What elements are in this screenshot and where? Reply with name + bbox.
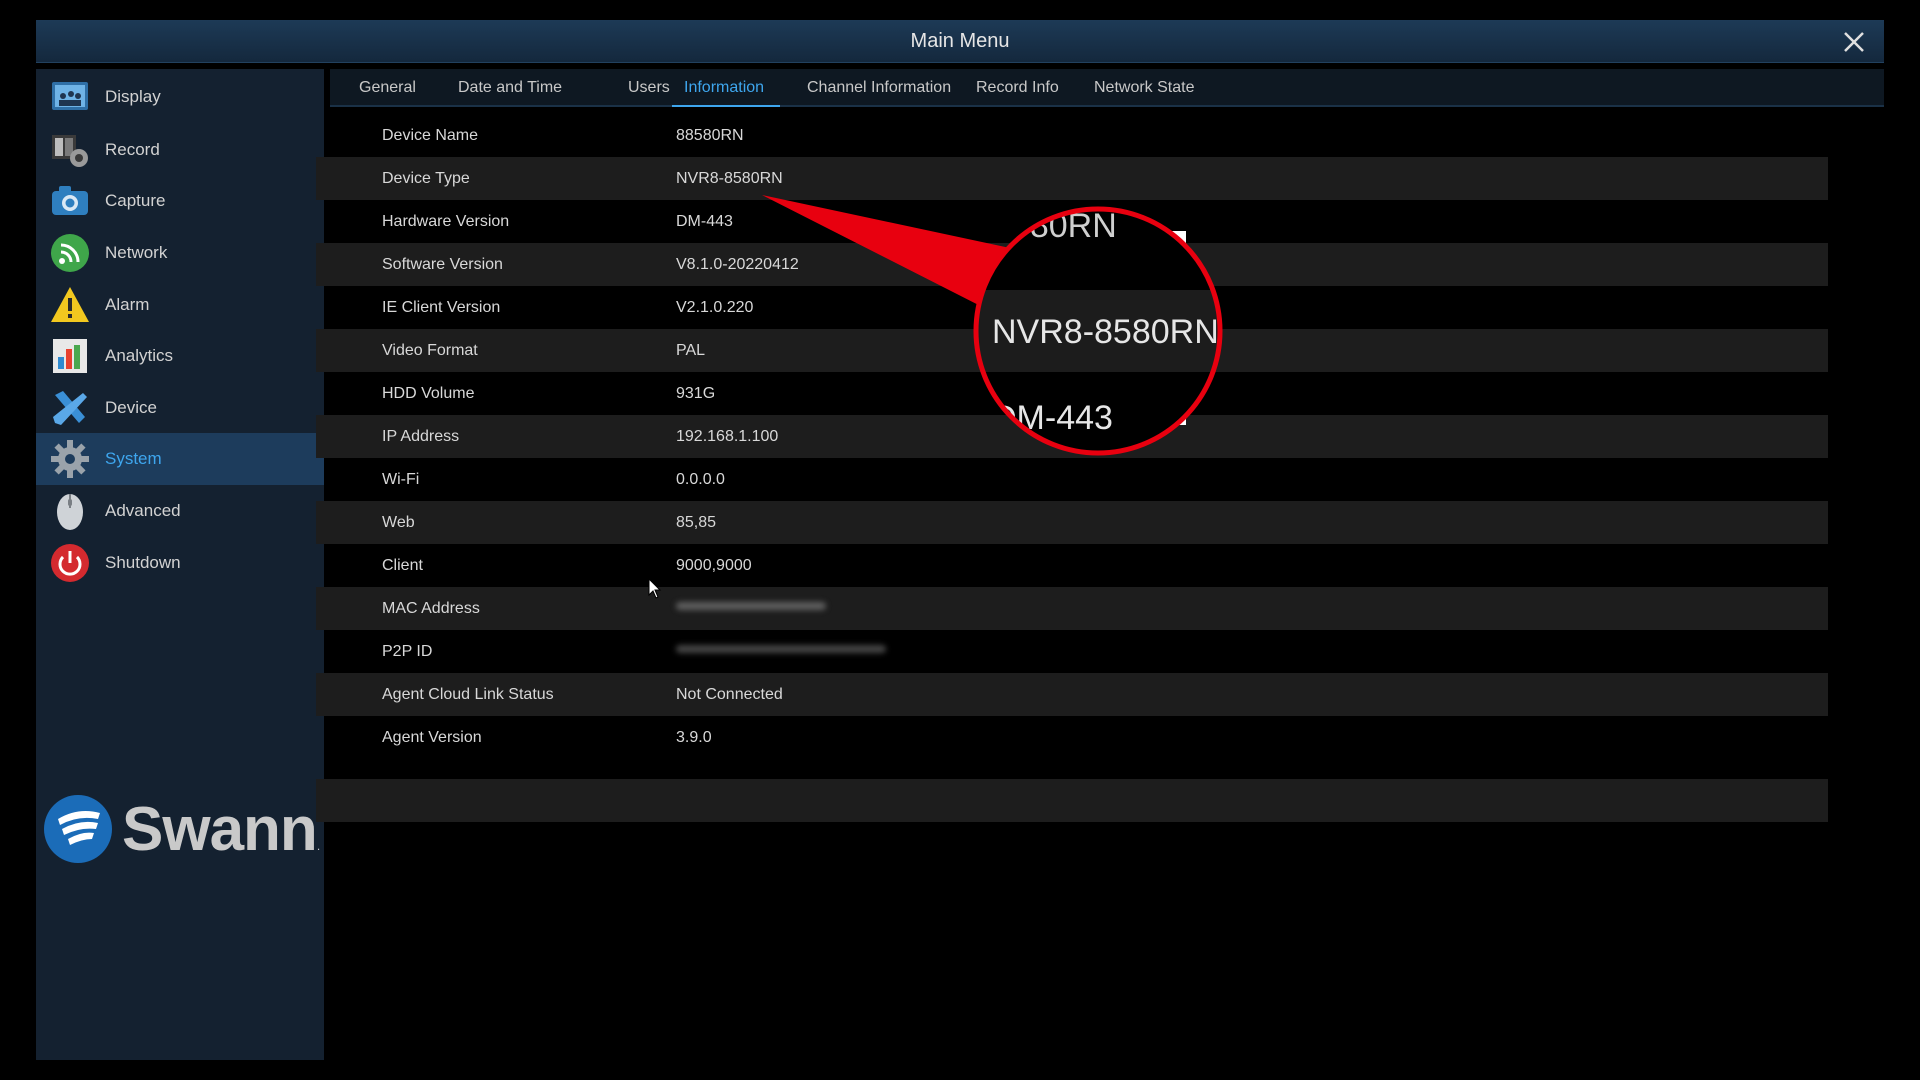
info-row-wifi: Wi-Fi 0.0.0.0 (316, 458, 1828, 501)
camera-icon (49, 180, 91, 222)
sidebar-item-advanced[interactable]: Advanced (36, 485, 324, 537)
magnifier-callout: 8580RN NVR8-8580RN DM-443 (762, 195, 1223, 456)
info-key: Agent Version (382, 728, 482, 746)
swann-logo-icon (44, 795, 112, 863)
info-key: MAC Address (382, 599, 480, 617)
sidebar-item-network[interactable]: Network (36, 227, 324, 279)
info-key: Web (382, 513, 415, 531)
info-value: PAL (676, 341, 706, 359)
sidebar-item-label: Capture (105, 191, 166, 210)
power-icon (49, 542, 91, 584)
close-icon (1844, 32, 1864, 52)
info-value: 0.0.0.0 (676, 470, 725, 488)
logo-text: Swann (122, 794, 318, 864)
info-value: 192.168.1.100 (676, 427, 779, 445)
info-value: 9000,9000 (676, 556, 752, 574)
mouse-icon (49, 490, 91, 532)
info-value: 85,85 (676, 513, 717, 531)
info-row-empty (316, 779, 1828, 822)
info-value: Not Connected (676, 685, 783, 703)
sidebar-item-system[interactable]: System (36, 433, 324, 485)
info-key: Hardware Version (382, 212, 510, 230)
sidebar-item-capture[interactable]: Capture (36, 175, 324, 227)
sidebar-item-label: Network (105, 243, 168, 262)
close-button[interactable] (1838, 26, 1870, 58)
magnifier-top-text: 8580RN (992, 207, 1117, 245)
info-key: Wi-Fi (382, 470, 420, 488)
info-row-client: Client 9000,9000 (316, 544, 1828, 587)
sidebar-item-label: Analytics (105, 346, 174, 365)
info-key: Device Type (382, 169, 470, 187)
tab-record-info[interactable]: Record Info (964, 69, 1071, 107)
sidebar-item-label: Advanced (105, 501, 181, 520)
info-value-redacted (676, 642, 886, 661)
info-row-agent-version: Agent Version 3.9.0 (316, 716, 1828, 759)
sidebar-item-label: Record (105, 140, 160, 159)
tab-network-state[interactable]: Network State (1082, 69, 1206, 107)
mouse-cursor (648, 578, 662, 599)
sidebar-item-label: Device (105, 398, 157, 417)
info-row-p2p-id: P2P ID (316, 630, 1828, 673)
sidebar-item-label: Display (105, 87, 161, 106)
sidebar-item-analytics[interactable]: Analytics (36, 330, 324, 382)
tab-general[interactable]: General (347, 69, 428, 107)
sidebar-item-device[interactable]: Device (36, 382, 324, 434)
sidebar-item-label: Alarm (105, 295, 150, 314)
display-icon (49, 76, 91, 118)
network-icon (49, 232, 91, 274)
info-key: P2P ID (382, 642, 433, 660)
alarm-icon (49, 284, 91, 326)
device-icon (49, 387, 91, 429)
info-key: Client (382, 556, 423, 574)
info-value: DM-443 (676, 212, 733, 230)
info-key: Device Name (382, 126, 479, 144)
info-key: Video Format (382, 341, 478, 359)
info-key: Software Version (382, 255, 503, 273)
info-value: 88580RN (676, 126, 744, 144)
info-row-mac-address: MAC Address (316, 587, 1828, 630)
info-row-device-name: Device Name 88580RN (316, 114, 1828, 157)
info-value: NVR8-8580RN (676, 169, 783, 187)
title-bar: Main Menu (36, 20, 1884, 63)
sidebar: Display Record Capture Network Alarm Ana… (36, 69, 324, 1060)
info-row-agent-cloud-link-status: Agent Cloud Link Status Not Connected (316, 673, 1828, 716)
sidebar-item-label: Shutdown (105, 553, 181, 572)
tab-information[interactable]: Information (672, 69, 780, 107)
info-row-device-type: Device Type NVR8-8580RN (316, 157, 1828, 200)
tab-date-and-time[interactable]: Date and Time (446, 69, 574, 107)
info-value: V2.1.0.220 (676, 298, 754, 316)
sidebar-item-shutdown[interactable]: Shutdown (36, 537, 324, 589)
tab-channel-information[interactable]: Channel Information (795, 69, 963, 107)
info-value: 3.9.0 (676, 728, 712, 746)
tab-bar: General Date and Time Users Information … (330, 69, 1884, 107)
info-value-redacted (676, 599, 826, 618)
info-row-web: Web 85,85 (316, 501, 1828, 544)
analytics-icon (49, 335, 91, 377)
logo-mark: . (316, 839, 321, 853)
info-key: HDD Volume (382, 384, 475, 402)
window-title: Main Menu (910, 30, 1010, 52)
sidebar-item-label: System (105, 449, 162, 468)
info-key: IE Client Version (382, 298, 501, 316)
sidebar-item-alarm[interactable]: Alarm (36, 279, 324, 331)
info-value: 931G (676, 384, 716, 402)
sidebar-item-record[interactable]: Record (36, 124, 324, 176)
swann-logo: Swann . (42, 789, 324, 869)
info-key: IP Address (382, 427, 460, 445)
record-icon (49, 129, 91, 171)
info-value: V8.1.0-20220412 (676, 255, 799, 273)
info-key: Agent Cloud Link Status (382, 685, 554, 703)
magnifier-mid-text: NVR8-8580RN (992, 313, 1219, 351)
gear-icon (49, 438, 91, 480)
sidebar-item-display[interactable]: Display (36, 71, 324, 123)
